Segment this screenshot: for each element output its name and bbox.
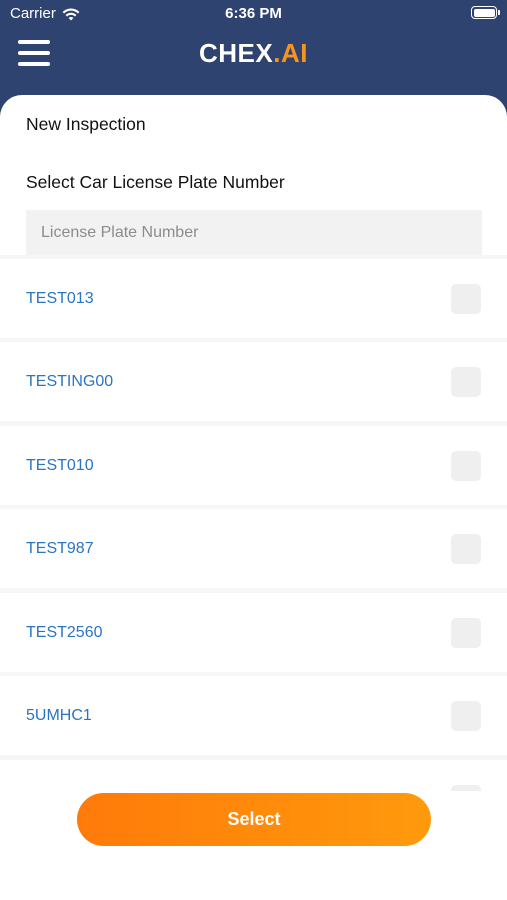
- plate-list-item[interactable]: 5UMHC1: [0, 676, 507, 755]
- status-time: 6:36 PM: [225, 5, 282, 22]
- status-bar: Carrier 6:36 PM: [0, 0, 507, 28]
- plate-checkbox[interactable]: [451, 451, 481, 481]
- select-button[interactable]: Select: [77, 793, 431, 846]
- content-card: New Inspection Select Car License Plate …: [0, 95, 507, 900]
- plate-checkbox[interactable]: [451, 618, 481, 648]
- plate-list: TEST013 TESTING00 TEST010 TEST987 TEST25…: [0, 255, 507, 791]
- plate-checkbox[interactable]: [451, 284, 481, 314]
- plate-label[interactable]: TEST987: [26, 509, 94, 588]
- plate-checkbox[interactable]: [451, 785, 481, 791]
- page-title: New Inspection: [26, 114, 146, 134]
- plate-list-item[interactable]: TEST010: [0, 426, 507, 505]
- plate-list-item[interactable]: TEST2560: [0, 593, 507, 672]
- plate-label[interactable]: TESTING00: [26, 342, 113, 421]
- plate-list-item[interactable]: TEST987: [0, 509, 507, 588]
- plate-label[interactable]: TEST2560: [26, 593, 102, 672]
- plate-checkbox[interactable]: [451, 701, 481, 731]
- plate-checkbox[interactable]: [451, 534, 481, 564]
- plate-label[interactable]: 5UMHC1: [26, 676, 92, 755]
- license-plate-search-input[interactable]: [26, 210, 482, 255]
- plate-checkbox[interactable]: [451, 367, 481, 397]
- plate-list-item[interactable]: TEST013: [0, 259, 507, 338]
- plate-label[interactable]: TEST010: [26, 426, 94, 505]
- battery-icon: [471, 6, 500, 19]
- plate-list-item-partial[interactable]: [0, 760, 507, 791]
- logo-accent-text: .AI: [273, 38, 308, 68]
- logo-main-text: CHEX: [199, 38, 274, 68]
- app-logo: CHEX.AI: [0, 38, 507, 69]
- plate-label[interactable]: TEST013: [26, 259, 94, 338]
- nav-bar: CHEX.AI: [0, 28, 507, 98]
- section-label: Select Car License Plate Number: [26, 172, 285, 192]
- plate-list-item[interactable]: TESTING00: [0, 342, 507, 421]
